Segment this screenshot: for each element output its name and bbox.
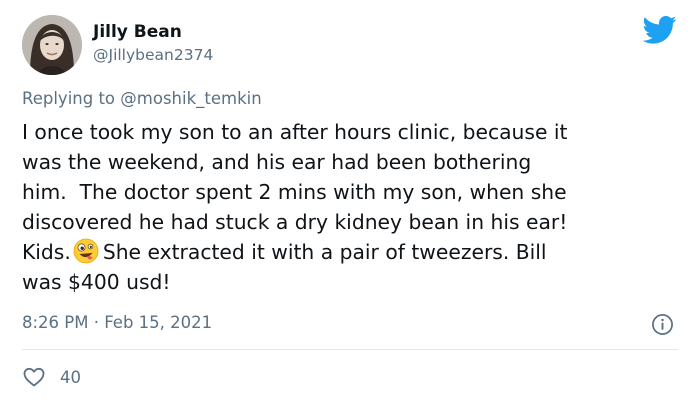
tweet-timestamp[interactable]: 8:26 PM · Feb 15, 2021 [22,313,212,332]
tweet-text-line-with-emoji: Kids. She extracted it with a pair of tw… [22,237,682,267]
tweet-text-line: him. The doctor spent 2 mins with my son… [22,180,567,204]
reply-mention-link[interactable]: @moshik_temkin [120,89,261,108]
like-button[interactable]: 40 [22,364,81,390]
twitter-bird-icon[interactable] [643,15,677,45]
tweet-text-line: discovered he had stuck a dry kidney bea… [22,210,568,234]
zany-face-emoji-icon [73,238,99,264]
user-handle[interactable]: @Jillybean2374 [93,46,213,64]
reply-prefix: Replying to [22,89,116,108]
reply-context: Replying to @moshik_temkin [22,89,262,108]
tweet-text: I once took my son to an after hours cli… [22,117,682,297]
heart-icon [23,367,45,387]
tweet-text-line: was $400 usd! [22,270,171,294]
like-count: 40 [60,367,81,387]
info-icon[interactable] [651,313,674,336]
display-name[interactable]: Jilly Bean [93,22,182,42]
tweet-text-segment: She extracted it with a pair of tweezers… [102,240,547,264]
divider [22,349,678,350]
tweet-text-line: I once took my son to an after hours cli… [22,120,568,144]
tweet-text-line: was the weekend, and his ear had been bo… [22,150,532,174]
avatar[interactable] [22,15,82,75]
tweet-text-segment: Kids. [22,240,71,264]
